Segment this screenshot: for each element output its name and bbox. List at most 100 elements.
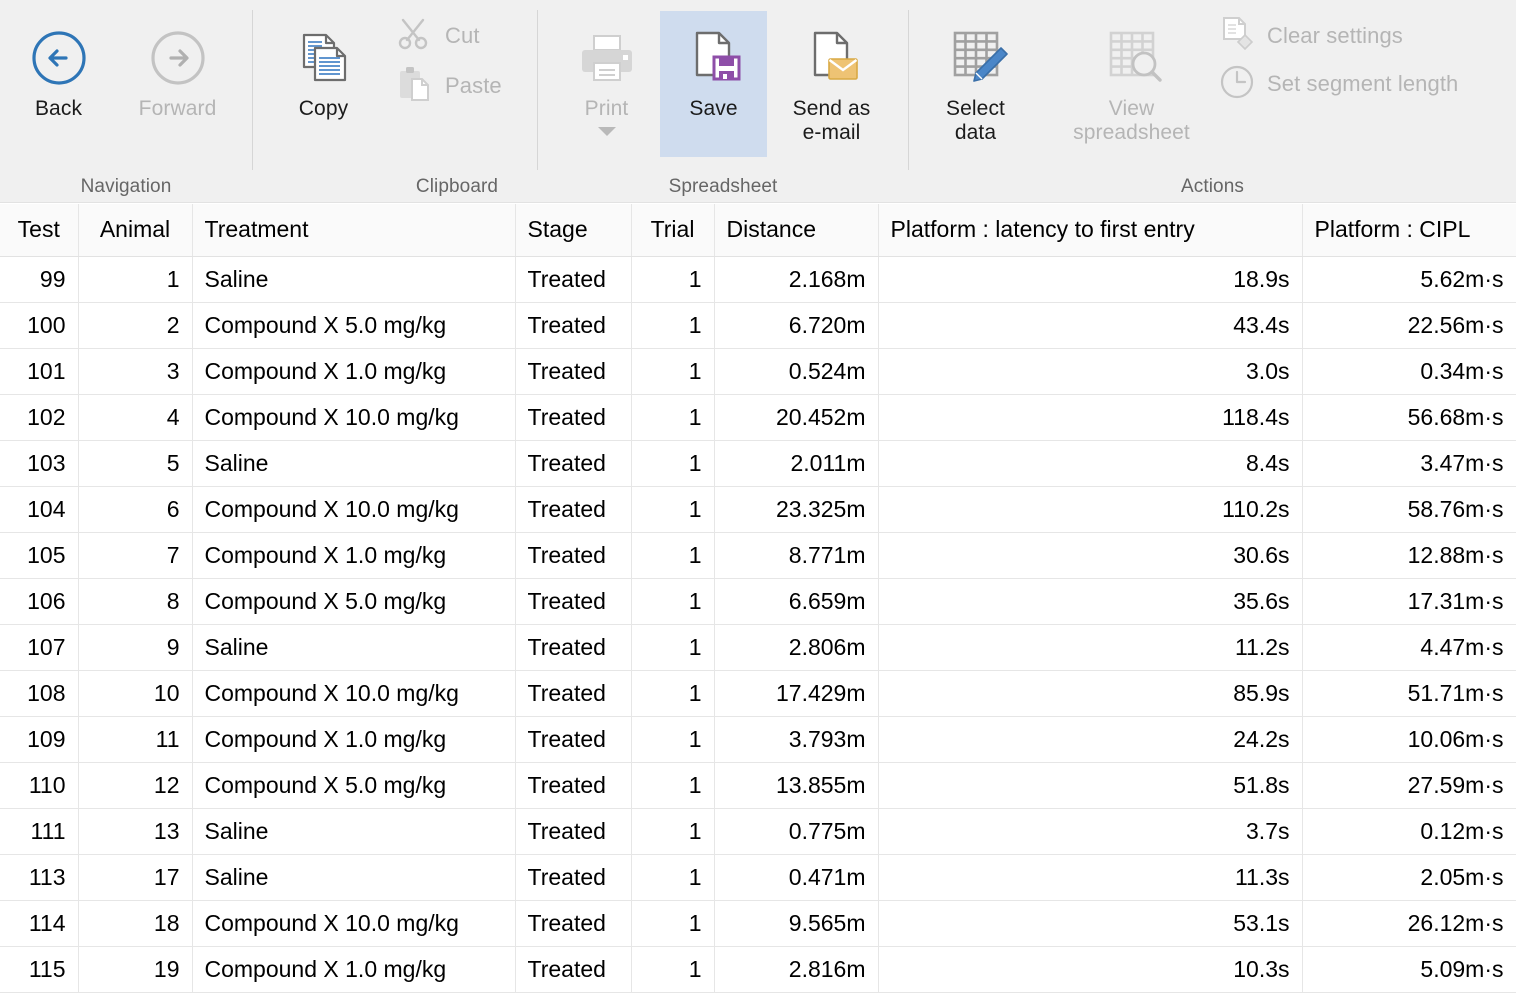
cell-stage[interactable]: Treated	[515, 302, 632, 349]
table-row[interactable]: 115 19 Compound X 1.0 mg/kg Treated 1 2.816m 1…	[0, 946, 1516, 993]
cell-trial[interactable]: 1	[631, 670, 715, 717]
cell-animal[interactable]: 7	[78, 532, 193, 579]
cell-test[interactable]: 108	[0, 670, 79, 717]
cell-platform-cipl[interactable]: 51.71m·s	[1302, 670, 1516, 717]
cell-stage[interactable]: Treated	[515, 854, 632, 901]
cell-treatment[interactable]: Compound X 1.0 mg/kg	[192, 946, 516, 993]
cell-test[interactable]: 110	[0, 762, 79, 809]
clear-settings-button[interactable]: Clear settings	[1217, 16, 1403, 56]
cell-distance[interactable]: 0.524m	[714, 348, 879, 395]
cell-distance[interactable]: 20.452m	[714, 394, 879, 441]
cell-stage[interactable]: Treated	[515, 670, 632, 717]
cell-platform-latency[interactable]: 43.4s	[878, 302, 1303, 349]
cell-test[interactable]: 115	[0, 946, 79, 993]
cell-trial[interactable]: 1	[631, 854, 715, 901]
cell-distance[interactable]: 17.429m	[714, 670, 879, 717]
cell-stage[interactable]: Treated	[515, 578, 632, 625]
cell-stage[interactable]: Treated	[515, 624, 632, 671]
column-header-animal[interactable]: Animal	[78, 204, 193, 257]
chevron-down-icon[interactable]	[597, 127, 616, 137]
cell-platform-latency[interactable]: 24.2s	[878, 716, 1303, 763]
cell-treatment[interactable]: Compound X 1.0 mg/kg	[192, 532, 516, 579]
cell-test[interactable]: 109	[0, 716, 79, 763]
save-button[interactable]: Save	[660, 11, 767, 157]
forward-button[interactable]: Forward	[124, 11, 231, 157]
table-row[interactable]: 113 17 Saline Treated 1 0.471m 11.3s 2.05m·s	[0, 854, 1516, 901]
table-row[interactable]: 104 6 Compound X 10.0 mg/kg Treated 1 23.325m…	[0, 486, 1516, 533]
select-data-button[interactable]: Select data	[922, 11, 1029, 157]
cell-distance[interactable]: 6.720m	[714, 302, 879, 349]
view-spreadsheet-button[interactable]: View spreadsheet	[1064, 11, 1199, 157]
cell-animal[interactable]: 1	[78, 256, 193, 303]
cell-platform-cipl[interactable]: 17.31m·s	[1302, 578, 1516, 625]
table-row[interactable]: 110 12 Compound X 5.0 mg/kg Treated 1 13.855m…	[0, 762, 1516, 809]
cell-test[interactable]: 111	[0, 808, 79, 855]
cut-button[interactable]: Cut	[393, 16, 480, 56]
cell-platform-latency[interactable]: 10.3s	[878, 946, 1303, 993]
table-row[interactable]: 105 7 Compound X 1.0 mg/kg Treated 1 8.771m 30…	[0, 532, 1516, 579]
cell-trial[interactable]: 1	[631, 486, 715, 533]
cell-platform-latency[interactable]: 11.2s	[878, 624, 1303, 671]
cell-test[interactable]: 107	[0, 624, 79, 671]
table-row[interactable]: 108 10 Compound X 10.0 mg/kg Treated 1 17.429…	[0, 670, 1516, 717]
cell-test[interactable]: 104	[0, 486, 79, 533]
table-row[interactable]: 111 13 Saline Treated 1 0.775m 3.7s 0.12m·s	[0, 808, 1516, 855]
table-row[interactable]: 103 5 Saline Treated 1 2.011m 8.4s 3.47m·s	[0, 440, 1516, 487]
cell-animal[interactable]: 2	[78, 302, 193, 349]
table-row[interactable]: 106 8 Compound X 5.0 mg/kg Treated 1 6.659m 35…	[0, 578, 1516, 625]
cell-platform-cipl[interactable]: 27.59m·s	[1302, 762, 1516, 809]
table-row[interactable]: 114 18 Compound X 10.0 mg/kg Treated 1 9.565m…	[0, 900, 1516, 947]
cell-stage[interactable]: Treated	[515, 808, 632, 855]
cell-treatment[interactable]: Compound X 10.0 mg/kg	[192, 394, 516, 441]
cell-distance[interactable]: 23.325m	[714, 486, 879, 533]
table-row[interactable]: 100 2 Compound X 5.0 mg/kg Treated 1 6.720m 43…	[0, 302, 1516, 349]
cell-trial[interactable]: 1	[631, 900, 715, 947]
cell-test[interactable]: 105	[0, 532, 79, 579]
cell-test[interactable]: 102	[0, 394, 79, 441]
paste-button[interactable]: Paste	[393, 66, 502, 106]
cell-platform-latency[interactable]: 30.6s	[878, 532, 1303, 579]
cell-platform-cipl[interactable]: 2.05m·s	[1302, 854, 1516, 901]
cell-platform-cipl[interactable]: 4.47m·s	[1302, 624, 1516, 671]
cell-test[interactable]: 101	[0, 348, 79, 395]
column-header-trial[interactable]: Trial	[631, 204, 715, 257]
cell-trial[interactable]: 1	[631, 440, 715, 487]
cell-animal[interactable]: 8	[78, 578, 193, 625]
cell-animal[interactable]: 17	[78, 854, 193, 901]
cell-platform-cipl[interactable]: 5.09m·s	[1302, 946, 1516, 993]
cell-stage[interactable]: Treated	[515, 348, 632, 395]
cell-distance[interactable]: 2.816m	[714, 946, 879, 993]
cell-animal[interactable]: 11	[78, 716, 193, 763]
cell-trial[interactable]: 1	[631, 716, 715, 763]
cell-distance[interactable]: 2.806m	[714, 624, 879, 671]
cell-animal[interactable]: 19	[78, 946, 193, 993]
cell-test[interactable]: 103	[0, 440, 79, 487]
cell-trial[interactable]: 1	[631, 578, 715, 625]
cell-platform-cipl[interactable]: 0.12m·s	[1302, 808, 1516, 855]
table-row[interactable]: 101 3 Compound X 1.0 mg/kg Treated 1 0.524m 3.…	[0, 348, 1516, 395]
cell-distance[interactable]: 6.659m	[714, 578, 879, 625]
cell-platform-cipl[interactable]: 10.06m·s	[1302, 716, 1516, 763]
cell-treatment[interactable]: Compound X 5.0 mg/kg	[192, 578, 516, 625]
column-header-distance[interactable]: Distance	[714, 204, 879, 257]
cell-distance[interactable]: 9.565m	[714, 900, 879, 947]
cell-distance[interactable]: 8.771m	[714, 532, 879, 579]
cell-platform-latency[interactable]: 110.2s	[878, 486, 1303, 533]
cell-animal[interactable]: 13	[78, 808, 193, 855]
cell-platform-latency[interactable]: 8.4s	[878, 440, 1303, 487]
column-header-platform-latency[interactable]: Platform : latency to first entry	[878, 204, 1303, 257]
cell-stage[interactable]: Treated	[515, 256, 632, 303]
cell-animal[interactable]: 3	[78, 348, 193, 395]
send-as-email-button[interactable]: Send as e-mail	[778, 11, 885, 157]
cell-animal[interactable]: 10	[78, 670, 193, 717]
cell-trial[interactable]: 1	[631, 394, 715, 441]
cell-platform-latency[interactable]: 118.4s	[878, 394, 1303, 441]
cell-distance[interactable]: 2.168m	[714, 256, 879, 303]
cell-trial[interactable]: 1	[631, 624, 715, 671]
cell-platform-latency[interactable]: 85.9s	[878, 670, 1303, 717]
cell-treatment[interactable]: Compound X 1.0 mg/kg	[192, 348, 516, 395]
cell-animal[interactable]: 9	[78, 624, 193, 671]
cell-stage[interactable]: Treated	[515, 946, 632, 993]
cell-distance[interactable]: 3.793m	[714, 716, 879, 763]
cell-platform-latency[interactable]: 51.8s	[878, 762, 1303, 809]
